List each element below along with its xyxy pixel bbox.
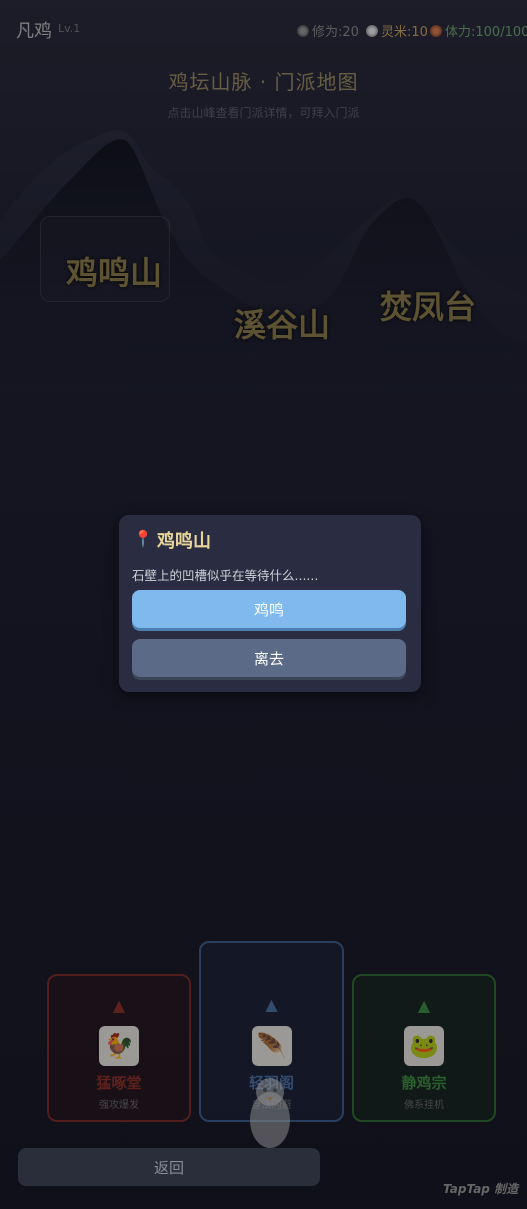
location-dialog: 📍 鸡鸣山 石壁上的凹槽似乎在等待什么...... 鸡鸣 离去 xyxy=(119,515,421,692)
location-pin-icon: 📍 xyxy=(133,529,153,548)
leave-button[interactable]: 离去 xyxy=(132,639,406,677)
crow-button[interactable]: 鸡鸣 xyxy=(132,590,406,628)
taptap-watermark: TapTap 制造 xyxy=(443,1182,519,1196)
back-button[interactable]: 返回 xyxy=(18,1148,320,1186)
dialog-title: 鸡鸣山 xyxy=(157,531,211,552)
dialog-text: 石壁上的凹槽似乎在等待什么...... xyxy=(132,568,319,583)
